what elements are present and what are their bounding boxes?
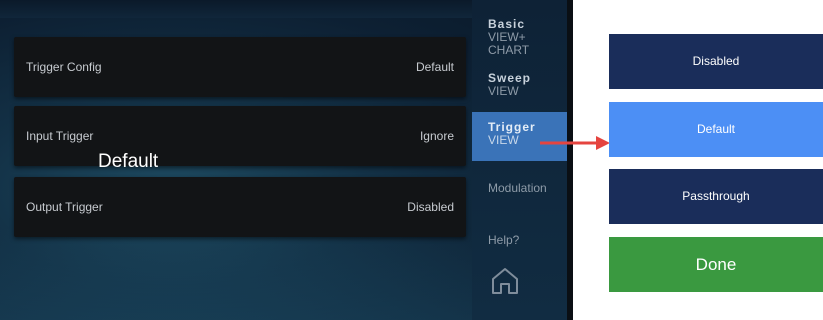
setting-label: Trigger Config	[26, 60, 102, 74]
arrow-right-icon	[540, 136, 610, 150]
sidebar-item-sweep[interactable]: Sweep VIEW	[488, 72, 531, 98]
sidebar-item-help[interactable]: Help?	[488, 234, 519, 247]
sidebar-item-modulation[interactable]: Modulation	[488, 182, 547, 195]
sidebar-item-basic[interactable]: Basic VIEW+ CHART	[488, 18, 529, 57]
sidebar-edge	[567, 0, 573, 320]
sidebar-item-trigger[interactable]: Trigger VIEW	[488, 121, 536, 147]
sidebar-item-title: Trigger	[488, 120, 536, 134]
sidebar-item-sub: VIEW	[488, 84, 519, 98]
setting-value: Ignore	[419, 129, 454, 143]
setting-value: Default	[415, 60, 454, 74]
setting-label: Input Trigger	[26, 129, 94, 143]
setting-value: Disabled	[407, 200, 454, 214]
sidebar-item-title: Sweep	[488, 71, 532, 85]
sidebar-item-sub: VIEW	[488, 133, 519, 147]
setting-row-output-trigger[interactable]: Output Trigger Disabled	[14, 177, 466, 237]
setting-row-input-trigger[interactable]: Input Trigger Ignore	[14, 106, 466, 166]
sidebar-item-title: Basic	[488, 17, 526, 31]
sidebar-item-sub: CHART	[488, 43, 530, 57]
sidebar-item-sub: VIEW+	[488, 30, 526, 44]
background-glow	[0, 228, 472, 320]
option-passthrough-button[interactable]: Passthrough	[609, 169, 823, 224]
home-icon[interactable]	[489, 264, 521, 296]
done-button[interactable]: Done	[609, 237, 823, 292]
option-disabled-button[interactable]: Disabled	[609, 34, 823, 89]
option-default-button[interactable]: Default	[609, 102, 823, 157]
top-band	[0, 0, 472, 18]
selection-overlay-text: Default	[98, 151, 159, 172]
setting-row-trigger-config[interactable]: Trigger Config Default	[14, 37, 466, 97]
setting-label: Output Trigger	[26, 200, 103, 214]
